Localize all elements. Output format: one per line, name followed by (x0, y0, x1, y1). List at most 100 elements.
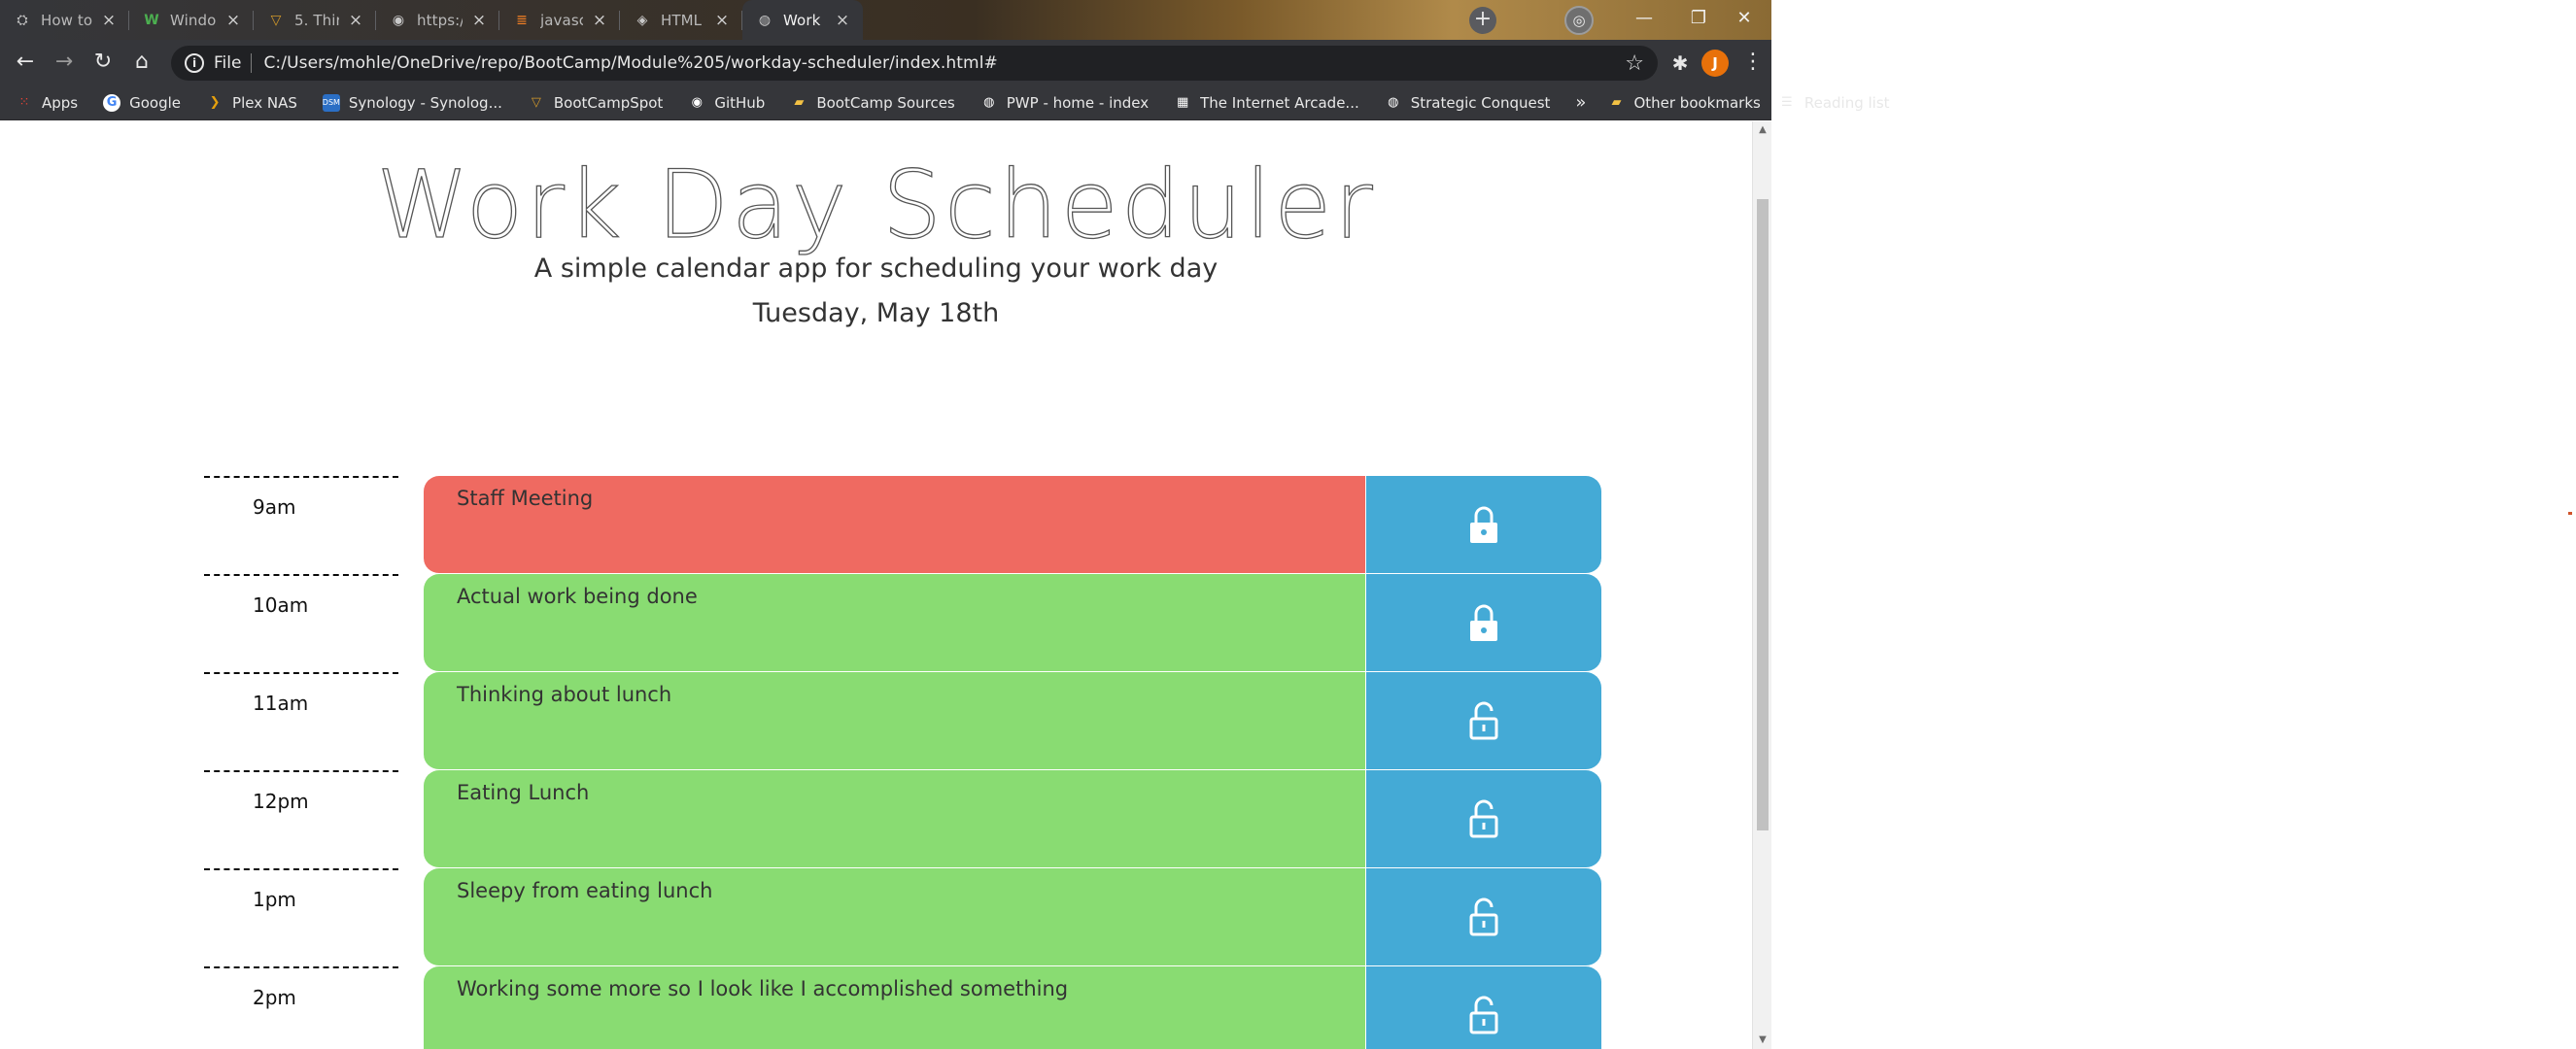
bookmark-bootcamp-sources[interactable]: ▰ BootCamp Sources (790, 94, 954, 112)
extensions-icon[interactable]: ✱ (1668, 51, 1692, 75)
close-icon[interactable]: × (713, 12, 731, 29)
github-icon: ◉ (392, 12, 405, 28)
profile-avatar[interactable]: J (1701, 50, 1729, 77)
bookmark-github[interactable]: ◉ GitHub (688, 94, 766, 112)
close-icon[interactable]: × (224, 12, 242, 29)
scheme-label: File (214, 53, 242, 73)
tab-javascript-setting[interactable]: ≣ javascript - Setting a × (499, 0, 620, 40)
globe-icon: ◍ (1388, 95, 1399, 110)
close-window-button[interactable]: ✕ (1717, 0, 1771, 40)
bookmark-synology[interactable]: DSM Synology - Synolog... (323, 93, 502, 112)
bootcamp-icon: ▽ (531, 95, 541, 110)
page-lead: A simple calendar app for scheduling you… (533, 254, 1219, 284)
tab-work-day-scheduler[interactable]: ◍ Work Day Schedule × (742, 0, 863, 40)
bookmark-bootcampspot[interactable]: ▽ BootCampSpot (528, 94, 663, 112)
hour-label: 9am (204, 476, 398, 574)
close-icon[interactable]: × (834, 12, 851, 29)
hour-label: 1pm (204, 868, 398, 966)
tab-title: https://api.github.co (417, 11, 463, 29)
archive-icon: ▦ (1176, 95, 1189, 110)
bookmark-star-icon[interactable]: ☆ (1625, 51, 1644, 76)
page-viewport: Work Day Scheduler A simple calendar app… (0, 121, 1771, 1049)
close-icon[interactable]: × (470, 12, 488, 29)
reading-list-icon: ☰ (1781, 95, 1793, 110)
save-button[interactable] (1366, 574, 1601, 672)
address-bar[interactable]: i File C:/Users/mohle/OneDrive/repo/Boot… (171, 46, 1658, 81)
bookmark-label: Strategic Conquest (1410, 93, 1551, 112)
event-description[interactable] (424, 672, 1366, 770)
current-day: Tuesday, May 18th (752, 298, 1000, 328)
event-description[interactable] (424, 476, 1366, 574)
hour-label: 2pm (204, 966, 398, 1049)
bookmark-strategic-conquest[interactable]: ◍ Strategic Conquest (1385, 93, 1551, 112)
bookmark-label: BootCamp Sources (816, 93, 955, 112)
bookmark-reading-list[interactable]: ☰ Reading list (1778, 94, 1890, 112)
hour-label: 11am (204, 672, 398, 770)
lock-closed-icon (1470, 506, 1497, 543)
save-button[interactable] (1366, 770, 1601, 868)
new-tab-button[interactable]: + (1469, 7, 1496, 34)
bookmark-pwp[interactable]: ◍ PWP - home - index (980, 94, 1149, 112)
bookmark-internet-arcade[interactable]: ▦ The Internet Arcade... (1174, 94, 1359, 112)
tab-title: HTML placeholder A (661, 11, 705, 29)
tab-window-localstorage[interactable]: W Window localStorag × (129, 0, 254, 40)
event-description[interactable] (424, 966, 1366, 1049)
bookmark-label: Reading list (1803, 93, 1890, 112)
timeblock-row: 12pm (204, 770, 1603, 868)
bookmark-other[interactable]: ▰ Other bookmarks (1607, 94, 1760, 112)
back-button[interactable]: ← (10, 48, 41, 79)
bookmark-plex-nas[interactable]: ❯ Plex NAS (206, 94, 297, 112)
bookmarks-overflow-icon[interactable]: » (1575, 92, 1586, 113)
info-icon[interactable]: i (185, 53, 204, 73)
close-icon[interactable]: × (347, 12, 364, 29)
google-icon: G (103, 93, 121, 112)
page-scrollbar[interactable]: ▲ ▼ (1752, 121, 1771, 1049)
timeblock-list: 9am 10am 11am (204, 476, 1603, 1049)
tab-api-github[interactable]: ◉ https://api.github.co × (376, 0, 499, 40)
timeblock-row: 2pm (204, 966, 1603, 1049)
tab-third-party-apis[interactable]: ▽ 5. Third-Party APIs C × (254, 0, 376, 40)
timeblock-row: 9am (204, 476, 1603, 574)
event-description[interactable] (424, 574, 1366, 672)
bookmark-apps[interactable]: ⁙ Apps (16, 93, 79, 112)
bookmark-label: The Internet Arcade... (1200, 93, 1359, 112)
close-icon[interactable]: × (591, 12, 608, 29)
hour-label: 10am (204, 574, 398, 672)
event-description[interactable] (424, 770, 1366, 868)
scroll-thumb[interactable] (1757, 199, 1769, 830)
bootcamp-icon: ▽ (270, 12, 282, 28)
bookmark-google[interactable]: G Google (103, 93, 182, 112)
minimize-button[interactable]: — (1617, 0, 1671, 40)
reload-button[interactable]: ↻ (87, 48, 119, 79)
event-description[interactable] (424, 868, 1366, 966)
bookmark-label: Google (129, 93, 182, 112)
save-button[interactable] (1366, 476, 1601, 574)
url-text[interactable]: C:/Users/mohle/OneDrive/repo/BootCamp/Mo… (263, 53, 997, 73)
globe-icon: ◍ (758, 12, 772, 28)
scroll-down-icon[interactable]: ▼ (1757, 1033, 1769, 1047)
bookmark-label: Other bookmarks (1633, 93, 1761, 112)
browser-menu-icon[interactable]: ⋮ (1742, 50, 1764, 77)
timeblock-row: 10am (204, 574, 1603, 672)
tab-title: Work Day Schedule (783, 11, 826, 29)
jumbotron: Work Day Scheduler A simple calendar app… (0, 121, 1752, 413)
page-title: Work Day Scheduler (376, 150, 1376, 259)
bookmark-label: Apps (42, 93, 79, 112)
stackoverflow-icon: ≣ (516, 12, 528, 28)
synology-icon: DSM (323, 93, 340, 112)
folder-icon: ▰ (794, 95, 805, 110)
scroll-up-icon[interactable]: ▲ (1757, 123, 1769, 137)
save-button[interactable] (1366, 868, 1601, 966)
timeblock-row: 11am (204, 672, 1603, 770)
home-button[interactable]: ⌂ (126, 48, 157, 79)
bookmark-label: PWP - home - index (1006, 93, 1150, 112)
save-button[interactable] (1366, 672, 1601, 770)
close-icon[interactable]: × (100, 12, 118, 29)
bookmarks-bar: ⁙ Apps G Google ❯ Plex NAS DSM Synology … (0, 85, 1890, 120)
tab-search-icon[interactable]: ◎ (1564, 6, 1594, 35)
tab-how-to-get-id[interactable]: ⛭ How to get ID of clic × (0, 0, 129, 40)
save-button[interactable] (1366, 966, 1601, 1049)
forward-button[interactable]: → (49, 48, 80, 79)
app-icon: ⛭ (17, 12, 28, 28)
tab-html-placeholder[interactable]: ◈ HTML placeholder A × (620, 0, 742, 40)
